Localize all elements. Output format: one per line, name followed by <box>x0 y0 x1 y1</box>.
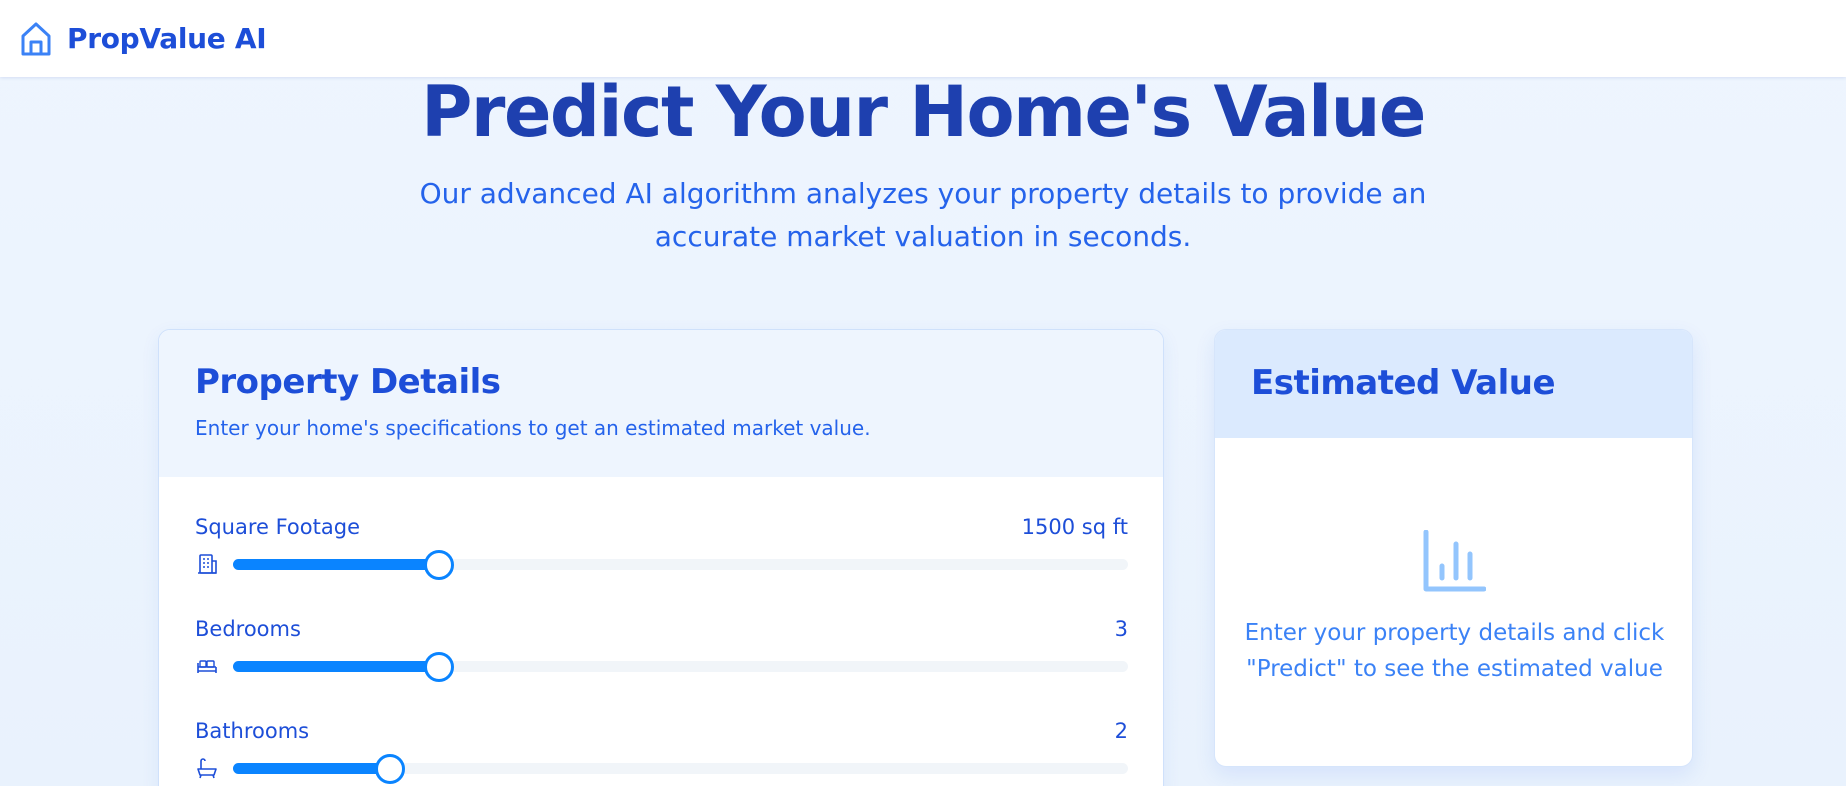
slider-fill <box>233 763 390 774</box>
slider-track[interactable] <box>233 652 1128 682</box>
square-footage-label: Square Footage <box>195 515 360 539</box>
bath-icon <box>195 756 219 780</box>
bathrooms-slider[interactable] <box>195 753 1128 784</box>
property-details-title: Property Details <box>195 362 501 402</box>
property-details-description: Enter your home's specifications to get … <box>195 416 871 440</box>
building-icon <box>195 552 219 576</box>
home-icon[interactable] <box>19 20 53 58</box>
bedrooms-field: Bedrooms 3 <box>195 617 1128 682</box>
top-navbar: PropValue AI <box>0 0 1846 77</box>
square-footage-value: 1500 sq ft <box>1021 515 1128 539</box>
slider-thumb[interactable] <box>423 652 454 682</box>
bathrooms-value: 2 <box>1114 719 1128 743</box>
slider-track[interactable] <box>233 550 1128 580</box>
hero-subtitle-line: accurate market valuation in seconds. <box>654 220 1192 253</box>
hero-subtitle: Our advanced AI algorithm analyzes your … <box>0 172 1846 258</box>
property-details-card: Property Details Enter your home's speci… <box>158 329 1164 786</box>
estimated-value-placeholder: Enter your property details and click "P… <box>1215 615 1692 687</box>
hero-subtitle-line: Our advanced AI algorithm analyzes your … <box>419 177 1427 210</box>
slider-thumb[interactable] <box>423 550 454 580</box>
slider-fill <box>233 559 439 570</box>
placeholder-line: "Predict" to see the estimated value <box>1246 656 1663 682</box>
estimated-value-body: Enter your property details and click "P… <box>1215 438 1692 766</box>
bathrooms-label: Bathrooms <box>195 719 310 743</box>
square-footage-field: Square Footage 1500 sq ft <box>195 515 1128 580</box>
property-details-header: Property Details Enter your home's speci… <box>159 330 1163 477</box>
square-footage-slider[interactable] <box>195 549 1128 580</box>
bar-chart-icon <box>1422 529 1487 594</box>
estimated-value-header: Estimated Value <box>1215 330 1692 438</box>
brand-name[interactable]: PropValue AI <box>67 22 267 55</box>
placeholder-line: Enter your property details and click <box>1244 620 1665 646</box>
slider-track[interactable] <box>233 754 1128 784</box>
hero-title: Predict Your Home's Value <box>421 71 1426 153</box>
estimated-value-title: Estimated Value <box>1251 363 1556 403</box>
bed-icon <box>195 654 219 678</box>
bedrooms-label: Bedrooms <box>195 617 301 641</box>
bedrooms-slider[interactable] <box>195 651 1128 682</box>
slider-thumb[interactable] <box>374 754 405 784</box>
bathrooms-field: Bathrooms 2 <box>195 719 1128 784</box>
bedrooms-value: 3 <box>1114 617 1128 641</box>
estimated-value-card: Estimated Value Enter your property deta… <box>1214 329 1693 767</box>
slider-fill <box>233 661 439 672</box>
